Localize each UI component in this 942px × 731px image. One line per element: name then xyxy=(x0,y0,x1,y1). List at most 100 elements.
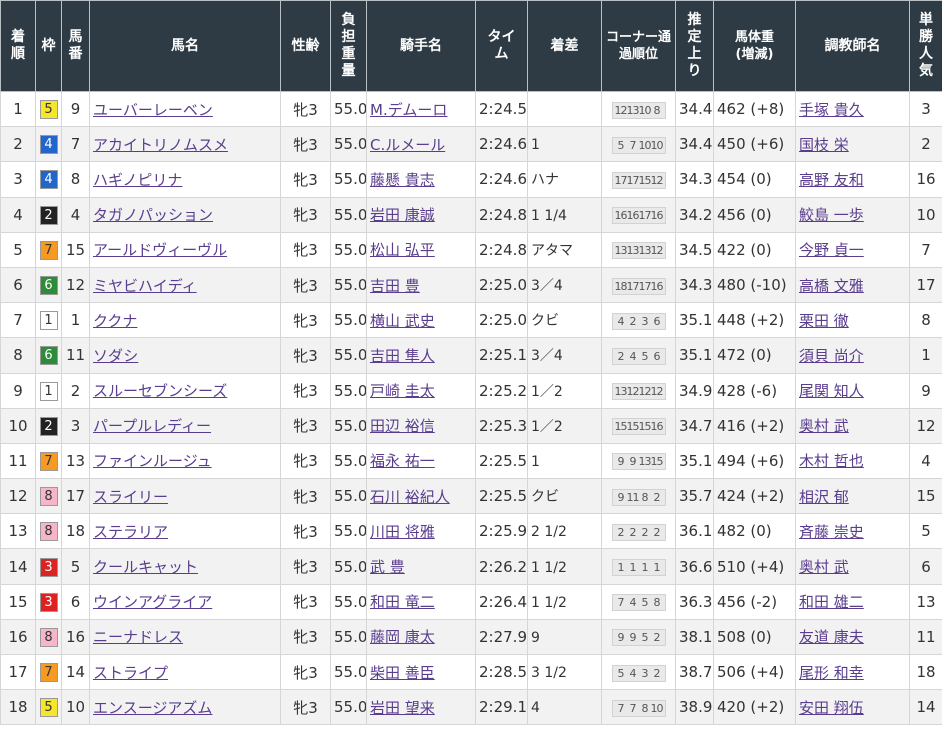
header-waku[interactable]: 枠 xyxy=(35,0,62,92)
corner-position: 1 xyxy=(641,561,649,575)
jockey-link[interactable]: 岩田 康誠 xyxy=(370,206,435,224)
body-weight-cell: 480 (-10) xyxy=(717,276,787,295)
horse-name-link[interactable]: ミヤビハイディ xyxy=(93,277,197,295)
horse-name-link[interactable]: ファインルージュ xyxy=(93,452,212,470)
horse-name-link[interactable]: スライリー xyxy=(93,488,168,506)
trainer-link[interactable]: 友道 康夫 xyxy=(799,628,864,646)
trainer-link[interactable]: 栗田 徹 xyxy=(799,312,849,330)
header-popularity[interactable]: 単勝人気 xyxy=(909,0,942,92)
trainer-link[interactable]: 高野 友和 xyxy=(799,171,864,189)
trainer-link[interactable]: 安田 翔伍 xyxy=(799,699,864,717)
trainer-link[interactable]: 尾形 和幸 xyxy=(799,664,864,682)
table-cell: 13121212 xyxy=(601,372,676,409)
horse-name-link[interactable]: アールドヴィーヴル xyxy=(93,241,227,259)
horse-name-link[interactable]: スルーセブンシーズ xyxy=(93,382,227,400)
table-cell: 2:24.8 xyxy=(475,196,528,233)
horse-name-link[interactable]: タガノパッション xyxy=(93,206,213,224)
corner-position: 5 xyxy=(617,666,625,680)
header-jockey[interactable]: 騎手名 xyxy=(366,0,476,92)
trainer-link[interactable]: 斉藤 崇史 xyxy=(799,523,864,541)
horse-name-link[interactable]: ストライプ xyxy=(93,664,168,682)
table-cell: 38.9 xyxy=(675,689,714,726)
corner-position: 7 xyxy=(629,701,637,715)
horse-name-link[interactable]: ソダシ xyxy=(93,347,138,365)
trainer-link[interactable]: 手塚 貴久 xyxy=(799,101,864,119)
trainer-link[interactable]: 奥村 武 xyxy=(799,417,849,435)
table-cell: ユーバーレーベン xyxy=(89,90,281,128)
table-cell: 川田 将雅 xyxy=(366,513,476,550)
waku-badge: 5 xyxy=(39,100,58,120)
horse-name-link[interactable]: クールキャット xyxy=(93,558,198,576)
table-row: 8 6 11 ソダシ 牝3 55.0 吉田 隼人 2:25.1 3／4 2 4 5 6 35.1 472 (… xyxy=(0,337,942,374)
jockey-link[interactable]: 吉田 隼人 xyxy=(370,347,435,365)
popularity-cell: 2 xyxy=(921,135,931,154)
header-rank[interactable]: 着順 xyxy=(0,0,36,92)
corner-position: 9 xyxy=(617,455,625,469)
horse-name-link[interactable]: ハギノピリナ xyxy=(93,171,182,189)
horse-name-link[interactable]: エンスージアズム xyxy=(93,699,212,717)
trainer-link[interactable]: 相沢 郁 xyxy=(799,488,849,506)
table-cell: 牝3 xyxy=(280,90,331,128)
header-trainer[interactable]: 調教師名 xyxy=(795,0,910,92)
header-sex-age[interactable]: 性齢 xyxy=(280,0,331,92)
table-cell: ファインルージュ xyxy=(89,442,281,480)
horse-name-link[interactable]: ニーナドレス xyxy=(93,628,183,646)
horse-name-link[interactable]: ユーバーレーベン xyxy=(93,101,213,119)
table-cell: 4 xyxy=(909,442,942,480)
horse-name-link[interactable]: ククナ xyxy=(93,312,137,330)
last3f-cell: 35.7 xyxy=(679,487,713,506)
trainer-link[interactable]: 今野 貞一 xyxy=(799,241,864,259)
trainer-link[interactable]: 鮫島 一歩 xyxy=(799,206,864,224)
horse-name-link[interactable]: ウインアグライア xyxy=(93,593,212,611)
jockey-link[interactable]: 藤岡 康太 xyxy=(370,628,435,646)
jockey-link[interactable]: C.ルメール xyxy=(370,136,445,154)
jockey-link[interactable]: 横山 武史 xyxy=(370,312,435,330)
trainer-link[interactable]: 尾関 知人 xyxy=(799,382,864,400)
trainer-link[interactable]: 和田 雄二 xyxy=(799,593,864,611)
corner-position: 12 xyxy=(638,385,652,399)
weight-cell: 55.0 xyxy=(334,276,367,295)
table-cell: 11 xyxy=(0,442,36,480)
corner-position: 7 xyxy=(629,138,637,152)
horse-name-link[interactable]: アカイトリノムスメ xyxy=(93,136,228,154)
trainer-link[interactable]: 奥村 武 xyxy=(799,558,849,576)
table-cell: 奥村 武 xyxy=(795,548,910,585)
sex-age-cell: 牝3 xyxy=(293,558,318,577)
jockey-link[interactable]: 松山 弘平 xyxy=(370,241,435,259)
jockey-link[interactable]: 戸崎 圭太 xyxy=(370,382,435,400)
header-margin[interactable]: 着差 xyxy=(527,0,602,92)
rank-cell: 18 xyxy=(8,698,28,717)
jockey-link[interactable]: 藤懸 貴志 xyxy=(370,171,435,189)
trainer-link[interactable]: 高橋 文雅 xyxy=(799,277,864,295)
trainer-link[interactable]: 木村 哲也 xyxy=(799,452,864,470)
header-time[interactable]: タイム xyxy=(475,0,528,92)
corner-position: 10 xyxy=(650,701,664,715)
header-last3f[interactable]: 推定上り xyxy=(675,0,714,92)
table-cell: 2:25.3 xyxy=(475,407,528,444)
header-horse-name[interactable]: 馬名 xyxy=(89,0,281,92)
jockey-link[interactable]: 和田 竜二 xyxy=(370,593,435,611)
jockey-link[interactable]: 吉田 豊 xyxy=(370,277,420,295)
waku-badge: 1 xyxy=(39,381,58,401)
jockey-link[interactable]: 田辺 裕信 xyxy=(370,417,435,435)
table-cell: 15 xyxy=(0,583,36,620)
trainer-link[interactable]: 須貝 尚介 xyxy=(799,347,864,365)
horse-name-link[interactable]: ステラリア xyxy=(93,523,168,541)
jockey-link[interactable]: M.デムーロ xyxy=(370,101,447,119)
last3f-cell: 35.1 xyxy=(679,451,713,470)
jockey-link[interactable]: 福永 祐一 xyxy=(370,452,435,470)
trainer-link[interactable]: 国枝 栄 xyxy=(799,136,849,154)
horse-name-link[interactable]: パープルレディー xyxy=(93,417,211,435)
jockey-link[interactable]: 柴田 善臣 xyxy=(370,664,435,682)
jockey-link[interactable]: 石川 裕紀人 xyxy=(370,488,450,506)
header-body-weight[interactable]: 馬体重(増減) xyxy=(713,0,796,92)
table-cell: 柴田 善臣 xyxy=(366,653,476,691)
header-corner[interactable]: コーナー通過順位 xyxy=(601,0,676,92)
header-umaban[interactable]: 馬番 xyxy=(61,0,90,92)
jockey-link[interactable]: 武 豊 xyxy=(370,558,405,576)
table-cell: 450 (+6) xyxy=(713,126,796,163)
table-cell: 14 xyxy=(0,548,36,585)
jockey-link[interactable]: 岩田 望来 xyxy=(370,699,435,717)
header-weight[interactable]: 負担重量 xyxy=(330,0,367,92)
jockey-link[interactable]: 川田 将雅 xyxy=(370,523,435,541)
